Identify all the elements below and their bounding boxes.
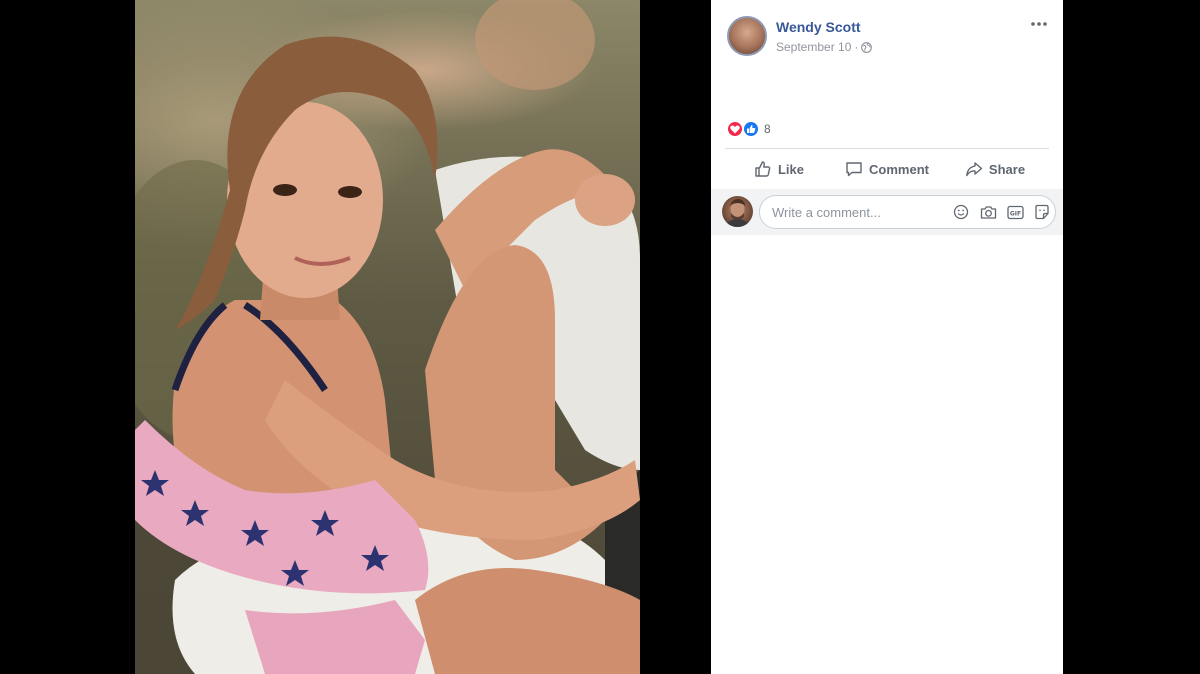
post-photo[interactable] — [135, 0, 640, 674]
reaction-count: 8 — [764, 122, 771, 136]
author-name-link[interactable]: Wendy Scott — [776, 19, 861, 35]
sticker-icon[interactable] — [1033, 203, 1051, 221]
gif-icon[interactable]: GIF — [1006, 203, 1024, 221]
author-avatar[interactable] — [727, 16, 767, 56]
post-date[interactable]: September 10 — [776, 40, 851, 54]
post-meta: September 10 · — [776, 40, 873, 54]
like-button[interactable]: Like — [725, 153, 833, 185]
comment-label: Comment — [869, 161, 929, 177]
like-label: Like — [777, 161, 804, 177]
reaction-summary[interactable]: 8 — [726, 118, 771, 140]
speech-bubble-icon — [846, 162, 862, 177]
emoji-icon[interactable] — [952, 203, 970, 221]
thumbs-up-icon — [755, 161, 771, 177]
post-actions: Like Comment Share — [725, 149, 1049, 189]
viewer-avatar[interactable] — [722, 196, 753, 227]
more-options-icon[interactable] — [1029, 14, 1049, 34]
meta-separator: · — [854, 40, 859, 54]
share-button[interactable]: Share — [941, 153, 1049, 185]
camera-icon[interactable] — [979, 203, 997, 221]
comment-composer: GIF — [711, 189, 1063, 235]
post-panel: Wendy Scott September 10 · 8 Like Commen… — [711, 0, 1063, 674]
comment-button[interactable]: Comment — [833, 153, 941, 185]
girl-photo-illustration — [135, 0, 640, 674]
post-header: Wendy Scott September 10 · — [711, 0, 1063, 70]
svg-text:GIF: GIF — [1009, 210, 1020, 217]
love-icon — [726, 120, 744, 138]
globe-icon[interactable] — [861, 41, 873, 53]
comment-tools: GIF — [952, 203, 1051, 221]
like-icon — [742, 120, 760, 138]
share-arrow-icon — [966, 162, 983, 177]
share-label: Share — [988, 161, 1026, 177]
